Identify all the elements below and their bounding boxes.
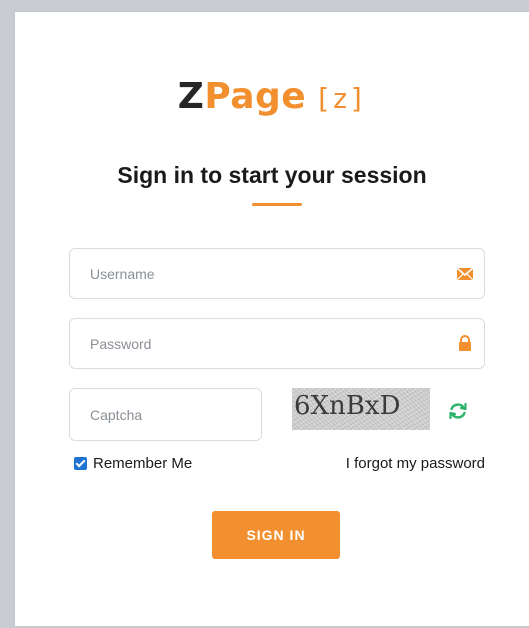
password-input[interactable] — [90, 319, 430, 368]
logo-z: Z — [177, 76, 205, 117]
login-card: ZPage[z] Sign in to start your session 6… — [15, 12, 529, 626]
password-field[interactable] — [69, 318, 485, 369]
title-divider — [252, 203, 302, 206]
logo-bracket: [z] — [314, 82, 367, 115]
username-input[interactable] — [90, 249, 430, 298]
page-title: Sign in to start your session — [117, 162, 427, 188]
remember-me-checkbox[interactable]: Remember Me — [74, 455, 192, 472]
forgot-password-link[interactable]: I forgot my password — [346, 455, 485, 472]
captcha-image: 6XnBxD — [292, 388, 430, 430]
remember-me-label: Remember Me — [93, 455, 193, 472]
captcha-text: 6XnBxD — [294, 391, 401, 421]
refresh-icon[interactable] — [447, 400, 469, 422]
checkbox-checked-icon[interactable] — [74, 457, 87, 470]
envelope-icon — [456, 267, 474, 281]
logo: ZPage [z] — [15, 77, 529, 119]
captcha-field[interactable] — [69, 388, 262, 441]
lock-icon — [459, 335, 471, 351]
logo-page: Page — [204, 76, 307, 117]
captcha-input[interactable] — [90, 389, 250, 440]
username-field[interactable] — [69, 248, 485, 299]
sign-in-button[interactable]: SIGN IN — [212, 511, 340, 559]
